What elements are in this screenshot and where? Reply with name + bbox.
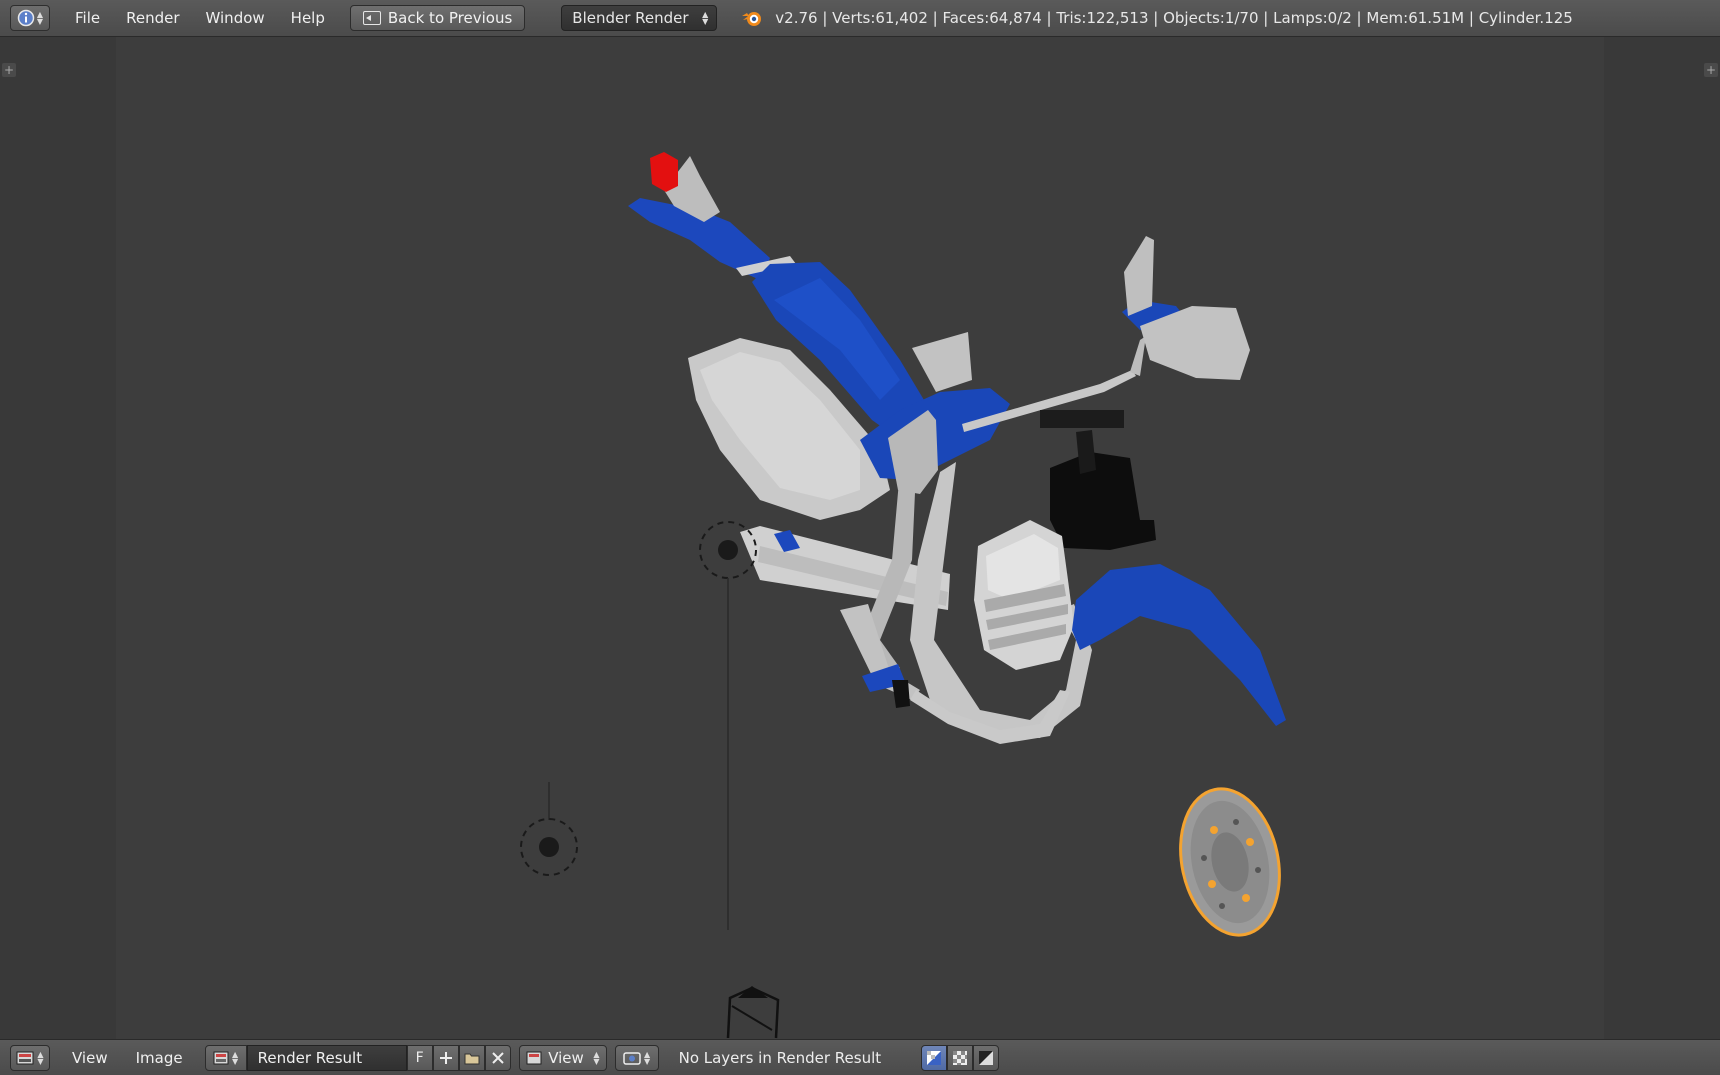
menu-window[interactable]: Window: [193, 5, 278, 31]
chevron-updown-icon: ▲ ▼: [36, 10, 44, 26]
alpha-button[interactable]: [947, 1044, 974, 1071]
render-engine-label: Blender Render: [572, 9, 689, 27]
triple-clamp: [1040, 410, 1124, 428]
info-icon: [17, 9, 35, 27]
image-name-field[interactable]: Render Result: [246, 1044, 407, 1071]
menu-render[interactable]: Render: [113, 5, 192, 31]
fake-user-button[interactable]: F: [406, 1044, 433, 1071]
brake-lever: [892, 680, 910, 708]
lamp-gizmo-1: [699, 521, 757, 930]
chevron-updown-icon: ▲ ▼: [702, 10, 709, 26]
scene-statistics: v2.76 | Verts:61,402 | Faces:64,874 | Tr…: [775, 9, 1573, 27]
image-editor-header: ▲ ▼ View Image ▲ ▼ Render Result F View …: [0, 1039, 1720, 1075]
camera-gizmo: [726, 986, 780, 1039]
image-editor-menu: View Image: [58, 1045, 197, 1071]
image-datablock: ▲ ▼ Render Result F: [204, 1044, 511, 1071]
open-image-button[interactable]: [458, 1044, 485, 1071]
chevron-updown-icon: ▲ ▼: [232, 1049, 239, 1066]
display-channels: [921, 1044, 1000, 1071]
z-buffer-button[interactable]: [973, 1044, 1000, 1071]
back-to-previous-label: Back to Previous: [387, 9, 513, 27]
unlink-image-button[interactable]: [484, 1044, 511, 1071]
slot-label: View: [548, 1048, 584, 1067]
image-editor-icon: [16, 1051, 34, 1064]
color-alpha-button[interactable]: [921, 1044, 948, 1071]
slot-selector[interactable]: View ▲ ▼: [518, 1044, 607, 1071]
chevron-updown-icon: ▲ ▼: [644, 1049, 651, 1066]
mirror-right: [1124, 236, 1154, 316]
tail-light: [650, 152, 678, 192]
display-mode-selector[interactable]: ▲ ▼: [614, 1044, 659, 1071]
new-image-button[interactable]: [432, 1044, 459, 1071]
chevron-updown-icon: ▲ ▼: [593, 1049, 600, 1066]
editor-type-selector[interactable]: ▲ ▼: [10, 5, 50, 31]
blender-logo-icon: [742, 12, 762, 26]
selected-brake-disc: [1179, 787, 1281, 937]
plus-icon: [439, 1051, 452, 1064]
front-fender: [1072, 564, 1286, 726]
render-layers-status: No Layers in Render Result: [678, 1048, 882, 1067]
menu-image[interactable]: Image: [122, 1045, 197, 1071]
image-browse-button[interactable]: ▲ ▼: [204, 1044, 247, 1071]
image-slot-icon: [526, 1051, 542, 1064]
main-menu: File Render Window Help: [62, 5, 338, 31]
info-header: ▲ ▼ File Render Window Help Back to Previ…: [0, 0, 1720, 37]
menu-file[interactable]: File: [62, 5, 113, 31]
menu-view[interactable]: View: [58, 1045, 122, 1071]
lamp-gizmo-2: [520, 782, 578, 876]
editor-type-selector-image[interactable]: ▲ ▼: [10, 1044, 50, 1071]
image-browse-icon: [213, 1051, 229, 1064]
z-buffer-icon: [979, 1050, 994, 1065]
chevron-updown-icon: ▲ ▼: [37, 1049, 44, 1066]
color-alpha-icon: [927, 1050, 942, 1065]
folder-icon: [464, 1053, 480, 1064]
alpha-checker-icon: [953, 1050, 968, 1065]
image-editor-viewport[interactable]: + +: [0, 37, 1720, 1039]
mirror-left: [912, 332, 972, 392]
close-icon: [491, 1051, 504, 1064]
back-to-previous-button[interactable]: Back to Previous: [349, 5, 526, 31]
back-screen-icon: [362, 11, 381, 25]
camera-view-icon: [623, 1051, 641, 1065]
rendered-motorcycle-scene: [520, 152, 1286, 1039]
fork-shadow: [1050, 452, 1156, 550]
menu-help[interactable]: Help: [278, 5, 338, 31]
render-engine-selector[interactable]: Blender Render ▲ ▼: [561, 5, 718, 31]
